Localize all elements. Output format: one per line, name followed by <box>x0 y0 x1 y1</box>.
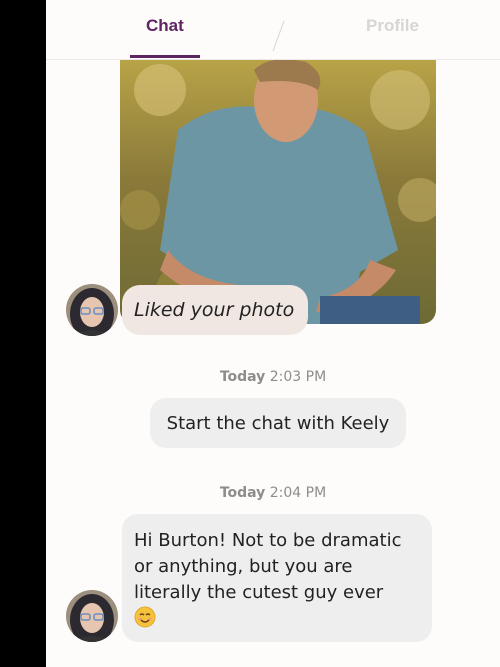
tab-divider <box>272 20 285 52</box>
message-bubble: Hi Burton! Not to be dramatic or anythin… <box>122 514 432 642</box>
tab-bar: Chat Profile <box>46 0 500 60</box>
avatar[interactable] <box>66 284 118 336</box>
timestamp-time: 2:03 PM <box>269 369 327 385</box>
chat-screen: Chat Profile Liked your photo Today 2:03… <box>46 0 500 667</box>
timestamp-day: Today <box>219 369 266 385</box>
active-tab-indicator <box>130 55 200 58</box>
timestamp: Today 2:03 PM <box>46 369 500 385</box>
start-chat-bubble: Start the chat with Keely <box>150 398 406 448</box>
liked-photo-bubble: Liked your photo <box>122 285 309 335</box>
smiling-face-icon <box>134 606 156 628</box>
left-black-strip <box>0 0 46 667</box>
start-chat-text: Start the chat with Keely <box>166 412 390 434</box>
tab-chat[interactable]: Chat <box>146 16 184 36</box>
timestamp-time: 2:04 PM <box>269 485 327 501</box>
liked-photo-label: Liked your photo <box>134 299 295 321</box>
avatar[interactable] <box>66 590 118 642</box>
timestamp-day: Today <box>219 485 266 501</box>
timestamp: Today 2:04 PM <box>46 485 500 501</box>
tab-profile[interactable]: Profile <box>366 16 419 36</box>
message-text: Hi Burton! Not to be dramatic or anythin… <box>134 530 402 603</box>
